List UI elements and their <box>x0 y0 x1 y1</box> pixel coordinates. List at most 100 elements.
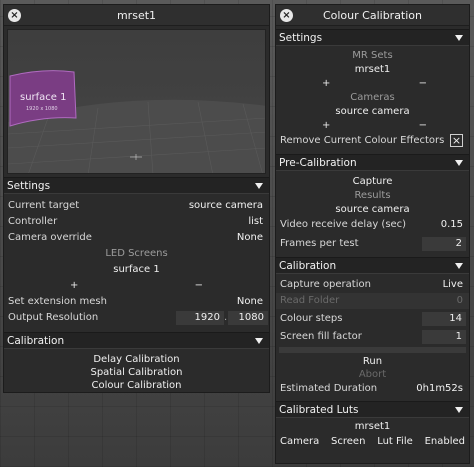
settings-header[interactable]: Settings <box>4 177 269 194</box>
video-delay-value[interactable]: 0.15 <box>441 217 463 233</box>
colour-steps-field[interactable]: 14 <box>422 312 466 326</box>
settings-header-label: Settings <box>7 180 51 192</box>
calibration-header[interactable]: Calibration <box>4 332 269 349</box>
mr-sets-label: MR Sets <box>352 50 393 61</box>
spatial-calibration-button[interactable]: Spatial Calibration <box>4 366 269 379</box>
camera-override-row[interactable]: Camera override None <box>4 230 269 246</box>
close-icon[interactable]: × <box>280 9 293 22</box>
controller-value[interactable]: list <box>248 214 263 230</box>
cc-settings-header-label: Settings <box>279 32 323 44</box>
panel-title: mrset1 <box>116 9 157 22</box>
surface-sublabel: 1920 x 1080 <box>26 106 58 112</box>
calibration-header-label: Calibration <box>7 335 65 347</box>
estimated-duration-label: Estimated Duration <box>280 383 378 394</box>
led-screens-label: LED Screens <box>105 248 168 259</box>
mrset-titlebar[interactable]: × mrset1 <box>4 5 269 26</box>
calibrated-luts-header-label: Calibrated Luts <box>279 404 359 416</box>
read-folder-value: 0 <box>456 295 463 306</box>
remove-effectors-checkbox[interactable]: × <box>450 134 463 147</box>
colour-steps-label: Colour steps <box>280 313 343 324</box>
progress-bar <box>279 347 466 353</box>
collapse-triangle-icon[interactable] <box>455 407 463 413</box>
output-resolution-row: Output Resolution 1920 . 1080 <box>4 310 269 326</box>
pre-calibration-header[interactable]: Pre-Calibration <box>276 154 469 171</box>
output-resolution-label: Output Resolution <box>8 312 99 323</box>
cc-calibration-header-label: Calibration <box>279 260 337 272</box>
add-mr-set-button[interactable]: + <box>322 77 330 91</box>
current-target-label: Current target <box>8 200 80 211</box>
set-extension-mesh-label: Set extension mesh <box>8 296 107 307</box>
cameras-label: Cameras <box>350 92 395 103</box>
controller-label: Controller <box>8 216 58 227</box>
capture-operation-row[interactable]: Capture operation Live <box>276 277 469 293</box>
luts-col-enabled: Enabled <box>424 436 465 447</box>
close-icon[interactable]: × <box>8 9 21 22</box>
controller-row[interactable]: Controller list <box>4 214 269 230</box>
results-value[interactable]: source camera <box>276 203 469 217</box>
video-delay-label: Video receive delay (sec) <box>280 219 407 230</box>
capture-operation-label: Capture operation <box>280 279 371 290</box>
camera-override-value[interactable]: None <box>237 230 263 246</box>
collapse-triangle-icon[interactable] <box>255 183 263 189</box>
surface-label: surface 1 <box>20 92 67 103</box>
video-delay-row[interactable]: Video receive delay (sec) 0.15 <box>276 217 469 233</box>
pre-calibration-header-label: Pre-Calibration <box>279 157 357 169</box>
resolution-separator: . <box>224 312 228 323</box>
led-screens-add-remove: + − <box>4 278 269 294</box>
colour-calibration-panel: × Colour Calibration Settings MR Sets mr… <box>275 4 470 464</box>
estimated-duration-value: 0h1m52s <box>416 383 463 394</box>
output-width-field[interactable]: 1920 <box>176 311 224 325</box>
read-folder-row: Read Folder 0 <box>276 293 469 309</box>
abort-button: Abort <box>358 369 387 380</box>
led-screen-item[interactable]: surface 1 <box>4 262 269 278</box>
luts-col-lut-file: Lut File <box>377 436 413 447</box>
remove-mr-set-button[interactable]: − <box>419 77 427 91</box>
colour-calibration-titlebar[interactable]: × Colour Calibration <box>276 5 469 26</box>
viewport-scene: surface 1 1920 x 1080 <box>8 70 265 173</box>
capture-operation-value[interactable]: Live <box>443 277 463 293</box>
frames-per-test-row: Frames per test 2 <box>276 236 469 252</box>
delay-calibration-button[interactable]: Delay Calibration <box>4 353 269 366</box>
frames-per-test-label: Frames per test <box>280 238 359 249</box>
screen-fill-field[interactable]: 1 <box>422 330 466 344</box>
cc-settings-header[interactable]: Settings <box>276 29 469 46</box>
mr-set-item[interactable]: mrset1 <box>276 63 469 77</box>
current-target-value[interactable]: source camera <box>189 198 263 214</box>
viewport-3d[interactable]: surface 1 1920 x 1080 <box>7 29 266 174</box>
mr-sets-add-remove: + − <box>276 77 469 91</box>
mrset-panel: × mrset1 surface 1 1920 x 1080 Settings … <box>3 4 270 393</box>
estimated-duration-row: Estimated Duration 0h1m52s <box>276 381 469 397</box>
run-button[interactable]: Run <box>276 355 469 369</box>
colour-calibration-button[interactable]: Colour Calibration <box>4 379 269 392</box>
output-height-field[interactable]: 1080 <box>228 311 268 325</box>
current-target-row[interactable]: Current target source camera <box>4 198 269 214</box>
collapse-triangle-icon[interactable] <box>455 35 463 41</box>
read-folder-label: Read Folder <box>280 295 340 306</box>
screen-fill-row: Screen fill factor 1 <box>276 329 469 345</box>
collapse-triangle-icon[interactable] <box>255 338 263 344</box>
remove-screen-button[interactable]: − <box>195 278 203 294</box>
camera-item[interactable]: source camera <box>276 105 469 119</box>
cc-calibration-header[interactable]: Calibration <box>276 257 469 274</box>
collapse-triangle-icon[interactable] <box>455 263 463 269</box>
luts-set-name: mrset1 <box>354 421 391 432</box>
luts-col-camera: Camera <box>280 436 320 447</box>
collapse-triangle-icon[interactable] <box>455 160 463 166</box>
camera-override-label: Camera override <box>8 232 92 243</box>
remove-effectors-row[interactable]: Remove Current Colour Effectors × <box>276 133 469 149</box>
results-label: Results <box>354 190 391 201</box>
screen-fill-label: Screen fill factor <box>280 331 362 342</box>
set-extension-mesh-row[interactable]: Set extension mesh None <box>4 294 269 310</box>
colour-steps-row: Colour steps 14 <box>276 311 469 327</box>
remove-effectors-label: Remove Current Colour Effectors <box>280 135 445 146</box>
panel-title: Colour Calibration <box>322 9 423 22</box>
add-camera-button[interactable]: + <box>322 119 330 133</box>
cameras-add-remove: + − <box>276 119 469 133</box>
frames-per-test-field[interactable]: 2 <box>422 237 466 251</box>
remove-camera-button[interactable]: − <box>419 119 427 133</box>
set-extension-mesh-value[interactable]: None <box>237 294 263 310</box>
luts-col-screen: Screen <box>331 436 366 447</box>
capture-button[interactable]: Capture <box>276 175 469 189</box>
calibrated-luts-header[interactable]: Calibrated Luts <box>276 401 469 418</box>
add-screen-button[interactable]: + <box>70 278 78 294</box>
